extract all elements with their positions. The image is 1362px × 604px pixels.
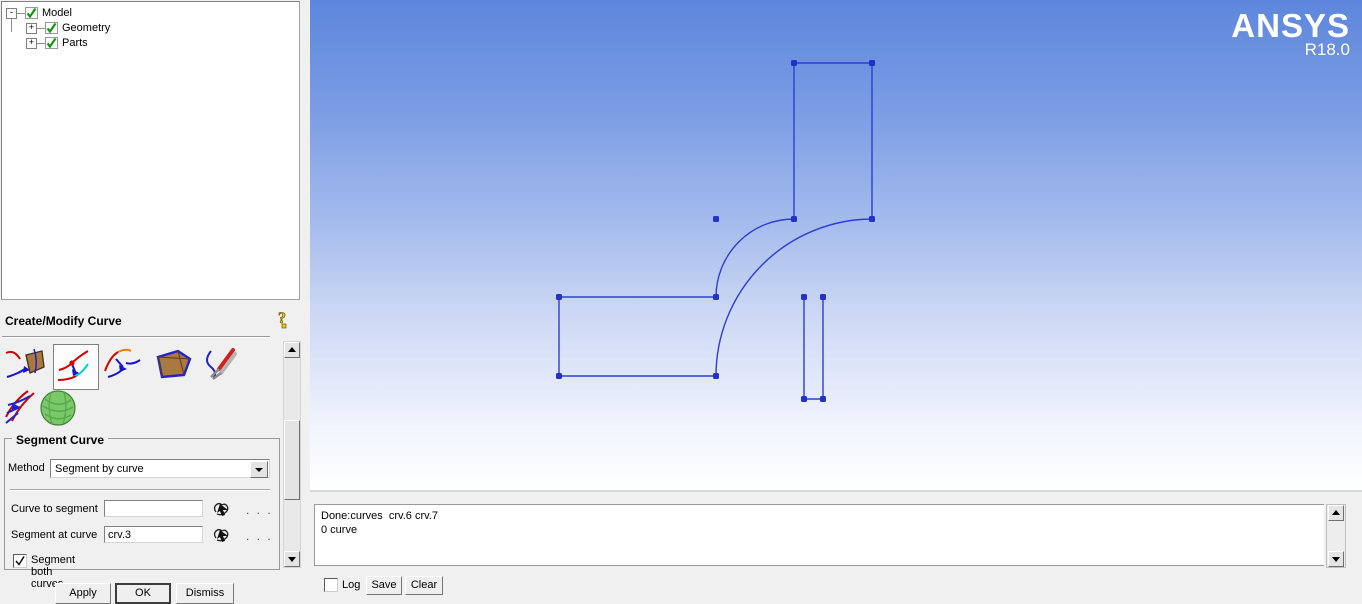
geometry-point [556, 294, 562, 300]
geometry-point [869, 216, 875, 222]
create-curve-from-points-icon[interactable] [4, 345, 46, 387]
geometry-point [713, 373, 719, 379]
check-green-icon[interactable] [45, 22, 58, 34]
header-divider-highlight [2, 337, 270, 338]
geometry-point [791, 60, 797, 66]
expander-plus-icon[interactable]: + [26, 23, 37, 34]
curve-arc [716, 219, 794, 297]
group-separator-highlight [10, 490, 270, 491]
question-mark-help-icon[interactable]: ? [276, 309, 294, 329]
method-label: Method [8, 462, 45, 474]
console-output[interactable]: Done:curves crv.6 crv.7 0 curve [314, 504, 1324, 566]
segment-at-curve-input[interactable]: crv.3 [104, 526, 203, 543]
message-console: Done:curves crv.6 crv.7 0 curve Log Save… [310, 495, 1362, 604]
curve-geometry [310, 0, 1362, 490]
geometry-point [820, 396, 826, 402]
select-cursor-icon[interactable] [212, 499, 232, 519]
column-divider [302, 0, 310, 604]
scroll-down-button[interactable] [284, 551, 300, 567]
tree-connector [37, 28, 45, 29]
curve-to-segment-input[interactable] [104, 500, 203, 517]
geometry-point [791, 216, 797, 222]
curve-arc [716, 219, 872, 376]
geometry-point [713, 216, 719, 222]
dismiss-button[interactable]: Dismiss [176, 583, 234, 604]
groupbox-legend: Segment Curve [12, 433, 108, 447]
save-button[interactable]: Save [366, 576, 402, 595]
tree-label: Model [42, 7, 72, 19]
panel-title: Create/Modify Curve [5, 314, 122, 328]
console-scroll-up-button[interactable] [1328, 505, 1344, 521]
tree-connector [37, 43, 45, 44]
tree-connector [17, 13, 25, 14]
method-dropdown[interactable]: Segment by curve [50, 459, 270, 478]
geometry-point [801, 396, 807, 402]
ok-button[interactable]: OK [115, 583, 171, 604]
viewport-console-divider [310, 490, 1362, 492]
model-tree-panel[interactable]: - Model + Geometry + Parts [1, 1, 300, 300]
tree-label: Parts [62, 37, 88, 49]
check-green-icon[interactable] [45, 37, 58, 49]
concatenate-curves-icon[interactable] [102, 345, 144, 387]
panel-scrollbar[interactable] [283, 341, 301, 568]
curve-from-surface-icon[interactable] [152, 345, 194, 387]
segment-at-curve-ellipsis-button[interactable]: . . . [246, 529, 273, 543]
ansys-icem-cfd-window: - Model + Geometry + Parts Create/Modify Cu… [0, 0, 1362, 604]
geometry-point [820, 294, 826, 300]
log-label: Log [342, 579, 360, 591]
tree-label: Geometry [62, 22, 110, 34]
console-scroll-down-button[interactable] [1328, 551, 1344, 567]
geometry-point [801, 294, 807, 300]
project-curve-on-surface-icon[interactable] [37, 387, 79, 429]
trim-curve-icon[interactable] [199, 345, 241, 387]
curve-to-segment-label: Curve to segment [11, 503, 98, 515]
select-cursor-icon[interactable] [212, 525, 232, 545]
tree-item-model[interactable]: - Model [6, 6, 299, 21]
segment-curve-icon[interactable] [53, 344, 99, 390]
tree-item-geometry[interactable]: + Geometry [6, 21, 299, 36]
clear-button[interactable]: Clear [405, 576, 443, 595]
segment-at-curve-label: Segment at curve [11, 529, 97, 541]
curve-to-segment-ellipsis-button[interactable]: . . . [246, 503, 273, 517]
left-panel-column: - Model + Geometry + Parts Create/Modify Cu… [0, 0, 302, 604]
curve-tools-toolbar [2, 341, 270, 429]
tree-item-parts[interactable]: + Parts [6, 36, 299, 51]
ansys-logo: ANSYS R18.0 [1231, 9, 1350, 60]
method-value: Segment by curve [55, 462, 144, 477]
check-green-icon[interactable] [25, 7, 38, 19]
log-checkbox[interactable] [324, 578, 338, 592]
apply-button[interactable]: Apply [55, 583, 111, 604]
ansys-brand-text: ANSYS [1231, 9, 1350, 42]
console-toolbar: Log Save Clear [314, 575, 1354, 599]
scrollbar-thumb[interactable] [284, 420, 300, 500]
geometry-point [869, 60, 875, 66]
expander-plus-icon[interactable]: + [26, 38, 37, 49]
console-scrollbar[interactable] [1326, 504, 1346, 568]
expander-minus-icon[interactable]: - [6, 8, 17, 19]
geometry-point [713, 294, 719, 300]
scroll-up-button[interactable] [284, 342, 300, 358]
chevron-down-icon[interactable] [250, 461, 268, 478]
graphics-viewport[interactable]: Y X ANSYS R18.0 [310, 0, 1362, 490]
checkbox-box[interactable] [13, 554, 27, 568]
geometry-point [556, 373, 562, 379]
